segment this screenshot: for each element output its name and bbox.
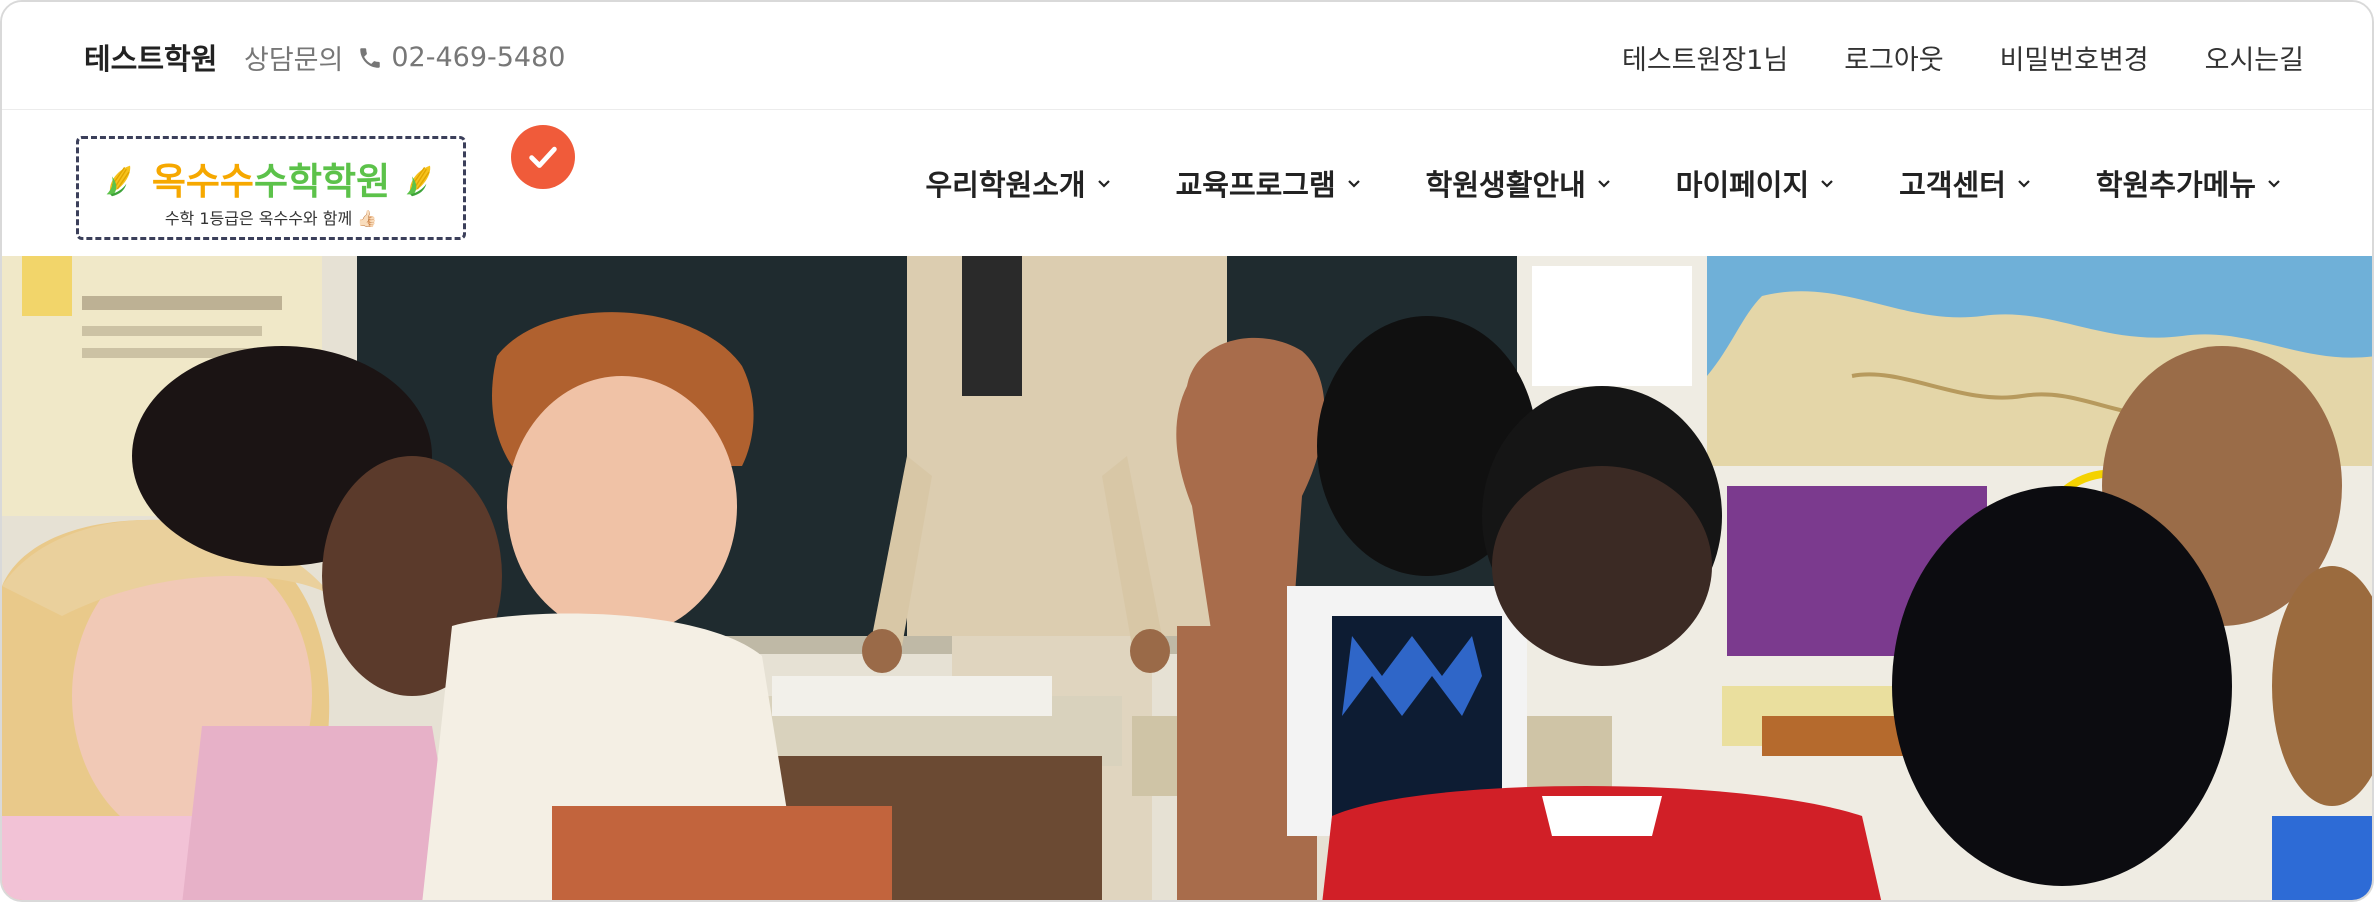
menu-item-label: 교육프로그램 [1175, 168, 1336, 202]
chevron-down-icon [2018, 180, 2030, 188]
academy-name[interactable]: 테스트학원 [84, 36, 217, 78]
menu-item-mypage[interactable]: 마이페이지 [1676, 162, 1835, 204]
contact-label: 상담문의 [244, 45, 344, 76]
main-navigation: 옥수수수학학원 수학 1등급은 옥수수와 함께 👍🏻 우리학원소개 교육프로그램… [2, 110, 2372, 256]
contact-info: 상담문의 02-469-5480 [244, 38, 565, 77]
menu-item-label: 고객센터 [1899, 168, 2006, 202]
menu-item-customer-center[interactable]: 고객센터 [1899, 162, 2032, 204]
check-icon [529, 146, 557, 168]
menu-item-academy-life[interactable]: 학원생활안내 [1426, 162, 1612, 204]
logo-title: 옥수수수학학원 [79, 151, 463, 205]
menu-item-about[interactable]: 우리학원소개 [925, 162, 1111, 204]
directions-link[interactable]: 오시는길 [2205, 38, 2304, 77]
user-greeting-link[interactable]: 테스트원장1님 [1622, 38, 1788, 77]
logo-title-part1: 옥수수 [151, 160, 254, 203]
phone-icon [360, 47, 381, 68]
menu-item-label: 마이페이지 [1675, 168, 1810, 202]
chevron-down-icon [1597, 180, 1610, 188]
site-logo[interactable]: 옥수수수학학원 수학 1등급은 옥수수와 함께 👍🏻 [76, 125, 575, 240]
check-badge [511, 125, 575, 189]
logout-link[interactable]: 로그아웃 [1844, 38, 1943, 77]
menu-item-label: 학원생활안내 [1425, 168, 1586, 202]
menu-item-label: 학원추가메뉴 [2095, 168, 2256, 202]
logo-title-part2: 수학학원 [253, 160, 391, 203]
phone-group[interactable]: 02-469-5480 [357, 42, 565, 73]
chevron-down-icon [1097, 180, 1110, 188]
page-frame: 테스트학원 상담문의 02-469-5480 테스트원장1님 로그아웃 비밀번호… [0, 0, 2374, 902]
logo-subtitle: 수학 1등급은 옥수수와 함께 👍🏻 [164, 209, 378, 228]
chevron-down-icon [1821, 180, 1833, 188]
chevron-down-icon [1347, 180, 1360, 188]
top-utility-bar: 테스트학원 상담문의 02-469-5480 테스트원장1님 로그아웃 비밀번호… [2, 2, 2372, 110]
chevron-down-icon [2268, 180, 2280, 188]
corn-icon [106, 165, 131, 197]
menu-item-programs[interactable]: 교육프로그램 [1176, 162, 1362, 204]
change-password-link[interactable]: 비밀번호변경 [2000, 38, 2149, 77]
classroom-photo [2, 256, 2372, 900]
corn-icon [406, 165, 431, 197]
menu-item-extra[interactable]: 학원추가메뉴 [2096, 162, 2282, 204]
main-menu: 우리학원소개 교육프로그램 학원생활안내 마이페이지 고객센터 학원추가메뉴 [925, 162, 2282, 204]
phone-number: 02-469-5480 [391, 42, 566, 73]
account-links: 테스트원장1님 로그아웃 비밀번호변경 오시는길 [1622, 38, 2304, 77]
hero-classroom-image [2, 256, 2372, 900]
menu-item-label: 우리학원소개 [925, 168, 1086, 202]
